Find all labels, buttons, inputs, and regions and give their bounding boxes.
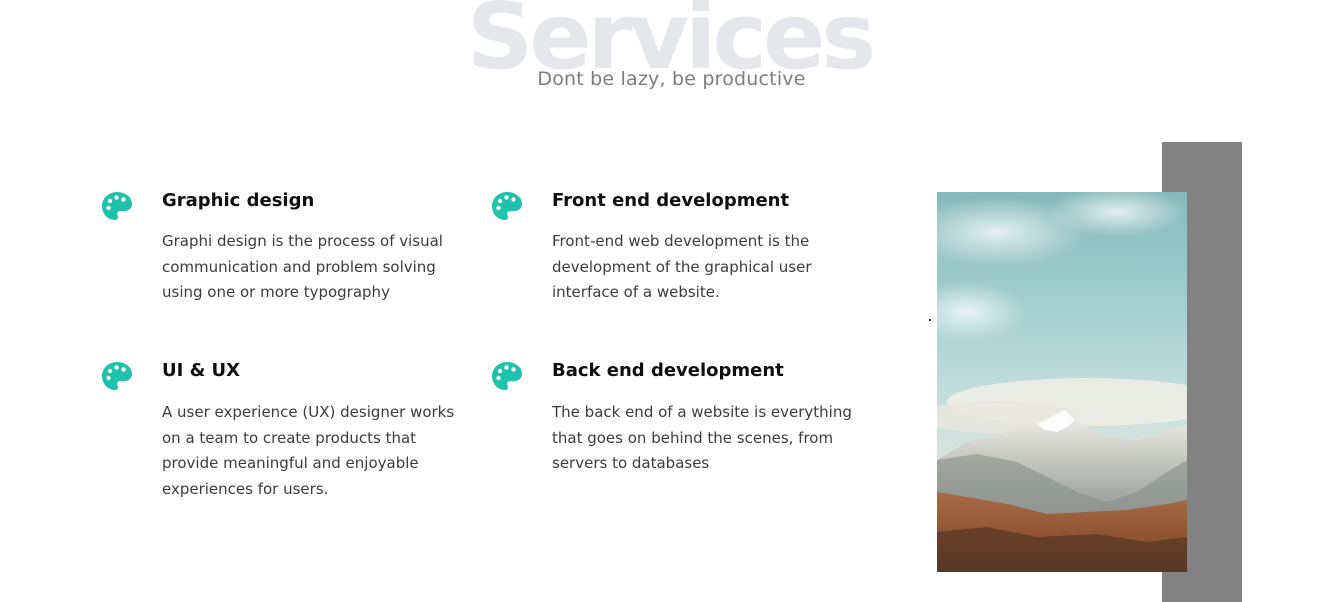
service-title: Graphic design: [162, 190, 315, 211]
service-title: Front end development: [552, 190, 790, 211]
palette-icon: [101, 190, 133, 222]
palette-icon: [101, 360, 133, 392]
section-subtitle: Dont be lazy, be productive: [537, 68, 806, 90]
palette-icon: [491, 360, 523, 392]
service-title: Back end development: [552, 360, 784, 381]
mountain-landscape-image: [937, 192, 1187, 572]
service-description: The back end of a website is everything …: [552, 403, 852, 472]
service-description: Graphi design is the process of visual c…: [162, 232, 443, 301]
decorative-dot: [929, 319, 931, 321]
service-title: UI & UX: [162, 360, 241, 381]
palette-icon: [491, 190, 523, 222]
service-description: Front-end web development is the develop…: [552, 232, 812, 301]
service-description: A user experience (UX) designer works on…: [162, 403, 455, 498]
